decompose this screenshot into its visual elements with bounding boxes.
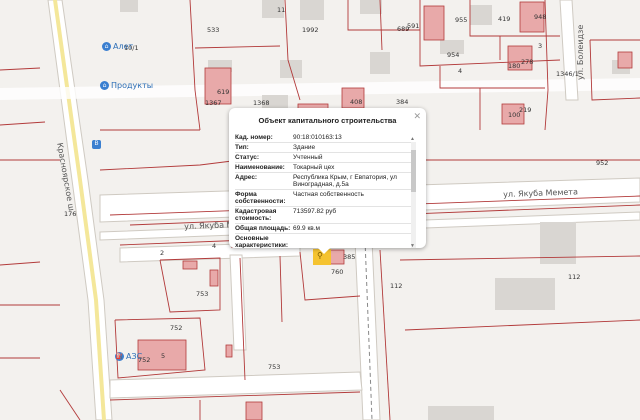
attribute-value xyxy=(291,235,412,248)
parcel-label: 753 xyxy=(268,363,281,371)
parcel-label: 954 xyxy=(447,51,460,59)
popup-pointer xyxy=(318,248,330,254)
attribute-value: Республика Крым, г Евпатория, ул Виногра… xyxy=(293,174,397,188)
attribute-row: Общая площадь: 69.9 кв.м xyxy=(235,224,412,234)
popup-attribute-list[interactable]: Кад. номер: 90:18:010163:13 Тип: Здание Ст… xyxy=(235,133,412,248)
attribute-row: Кад. номер: 90:18:010163:13 xyxy=(235,133,412,143)
shop-icon: ⌂ xyxy=(100,81,109,90)
parcel-label: 1992 xyxy=(302,26,319,34)
parcel-label: 180 xyxy=(508,62,521,70)
parcel-label: 752 xyxy=(170,324,183,332)
attribute-key: Статус: xyxy=(235,154,260,161)
attribute-key: Форма собственности: xyxy=(235,191,286,205)
attribute-key: Кад. номер: xyxy=(235,134,273,141)
attribute-row: Наименование: Токарный цех xyxy=(235,163,412,173)
attribute-value: 69.9 кв.м xyxy=(293,225,321,232)
attribute-key: Тип: xyxy=(235,144,249,151)
parcel-label: 408 xyxy=(350,98,363,106)
parcel-label: 4 xyxy=(212,242,217,250)
attribute-row: Кадастровая стоимость: 713597.82 руб xyxy=(235,207,412,224)
attribute-row: Тип: Здание xyxy=(235,143,412,153)
scroll-up-icon[interactable]: ▲ xyxy=(410,136,415,142)
cadastral-map[interactable]: Красноярское ш ул. Якуба Мемета ул. Якуб… xyxy=(0,0,640,420)
parcel-label: 112 xyxy=(390,282,403,290)
poi-produkty[interactable]: ⌂ Продукты xyxy=(100,81,153,90)
parcel-label: 385 xyxy=(343,253,356,261)
attribute-row: Адрес: Республика Крым, г Евпатория, ул В… xyxy=(235,173,412,190)
attribute-row: Форма собственности: Частная собственност… xyxy=(235,190,412,207)
attribute-key: Общая площадь: xyxy=(235,225,291,232)
parcel-label: 619 xyxy=(217,88,230,96)
object-info-popup: Объект капитального строительства ✕ Кад.… xyxy=(229,108,426,254)
parcel-label: 533 xyxy=(207,26,220,34)
parcel-label: 219 xyxy=(519,106,532,114)
parcel-label: 384 xyxy=(396,98,409,106)
parcel-label: 760 xyxy=(331,268,344,276)
parcel-label: 419 xyxy=(498,15,511,23)
parcel-label: 1346/1 xyxy=(556,70,579,78)
bus-stop-icon[interactable]: B xyxy=(92,140,101,149)
popup-scrollbar[interactable]: ▲ ▼ xyxy=(410,136,416,249)
shop-icon: ⌂ xyxy=(102,42,111,51)
parcel-label: 3 xyxy=(538,42,543,50)
scroll-down-icon[interactable]: ▼ xyxy=(410,243,415,249)
parcel-label: 11 xyxy=(277,6,286,14)
poi-produkty-label: Продукты xyxy=(111,81,154,90)
parcel-label: 753 xyxy=(196,290,209,298)
attribute-value: 713597.82 руб xyxy=(293,208,337,215)
parcel-label: 10/1 xyxy=(124,44,139,52)
parcel-label: 2 xyxy=(160,249,165,257)
attribute-value: Учтенный xyxy=(293,154,323,161)
fuel-icon: ⛽ xyxy=(115,352,124,361)
attribute-key: Основные характеристики: xyxy=(235,235,289,248)
parcel-label: 1367 xyxy=(205,99,222,107)
attribute-value: 90:18:010163:13 xyxy=(293,134,342,141)
attribute-key: Кадастровая стоимость: xyxy=(235,208,277,222)
attribute-key: Наименование: xyxy=(235,164,285,171)
attribute-row: Основные характеристики: xyxy=(235,234,412,248)
parcel-label: 4 xyxy=(458,67,463,75)
parcel-label: 1368 xyxy=(253,99,270,107)
scrollbar-thumb[interactable] xyxy=(411,150,416,192)
parcel-label: 112 xyxy=(568,273,581,281)
parcel-label: 591 xyxy=(407,22,420,30)
popup-title: Объект капитального строительства xyxy=(258,116,397,125)
attribute-value: Здание xyxy=(293,144,316,151)
parcel-label: 5 xyxy=(161,352,166,360)
close-icon[interactable]: ✕ xyxy=(413,111,421,122)
attribute-value: Токарный цех xyxy=(293,164,335,171)
parcel-label: 955 xyxy=(455,16,468,24)
attribute-key: Адрес: xyxy=(235,174,258,181)
attribute-row: Статус: Учтенный xyxy=(235,153,412,163)
parcel-label: 952 xyxy=(596,159,609,167)
parcel-label: 278 xyxy=(521,58,534,66)
parcel-label: 752 xyxy=(138,356,151,364)
parcel-label: 176 xyxy=(64,210,77,218)
attribute-value: Частная собственность xyxy=(293,191,364,198)
parcel-label: 948 xyxy=(534,13,547,21)
